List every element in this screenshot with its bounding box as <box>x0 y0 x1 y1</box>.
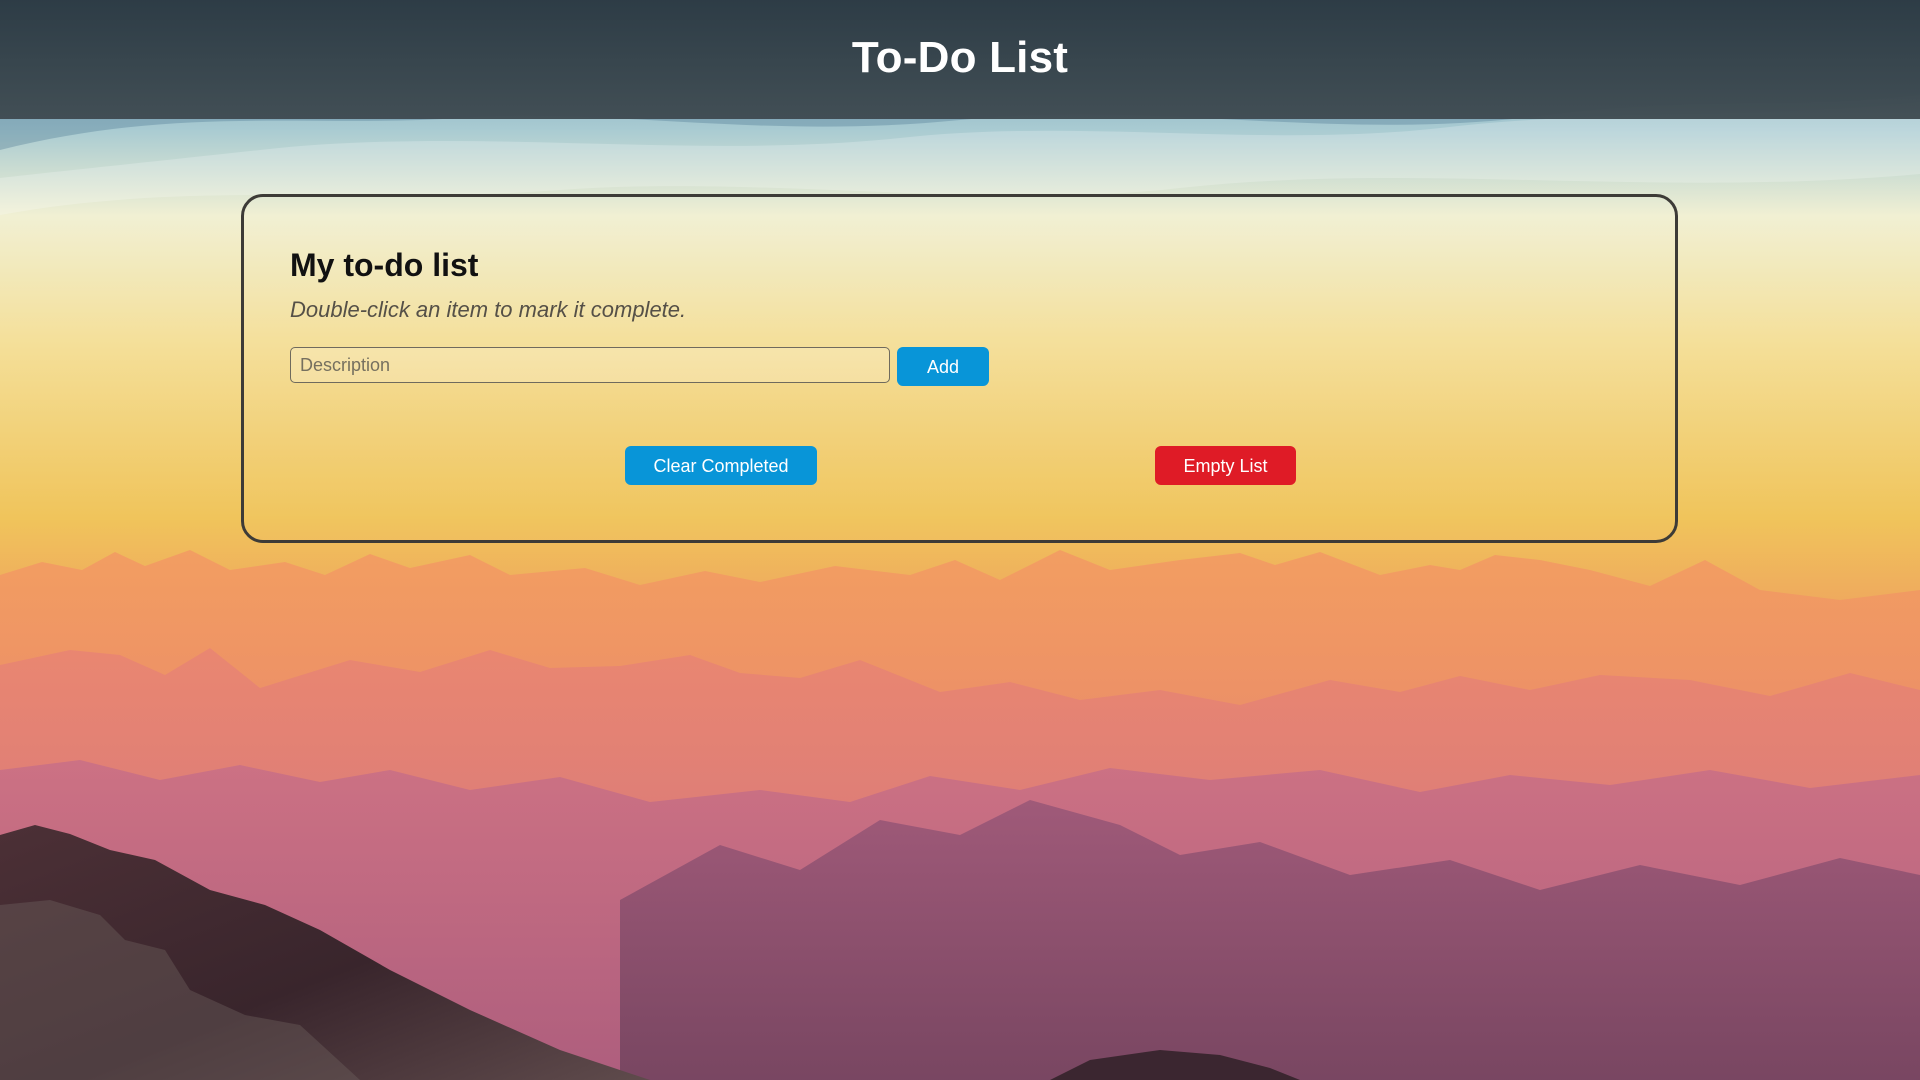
add-button[interactable]: Add <box>897 347 989 386</box>
empty-list-button[interactable]: Empty List <box>1155 446 1296 485</box>
todo-panel: My to-do list Double-click an item to ma… <box>241 194 1678 543</box>
description-input[interactable] <box>290 347 890 383</box>
todo-instructions: Double-click an item to mark it complete… <box>290 297 687 322</box>
todo-heading: My to-do list <box>290 247 479 283</box>
app-title: To-Do List <box>851 32 1069 82</box>
app-header: To-Do List <box>0 0 1920 119</box>
clear-completed-button[interactable]: Clear Completed <box>625 446 817 485</box>
